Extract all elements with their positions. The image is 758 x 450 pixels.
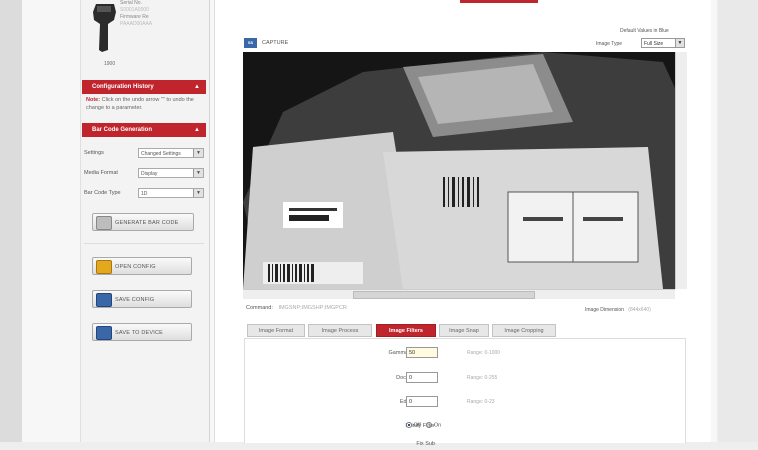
viewer-vertical-scrollbar[interactable]: [675, 52, 687, 289]
firmware-value: PAAAD00AAA: [120, 21, 153, 27]
save-to-device-button[interactable]: Save to Device: [92, 323, 192, 341]
edge-range: Range: 0-23: [467, 399, 495, 405]
serial-label: Serial No.: [120, 0, 142, 6]
barcode-generation-header[interactable]: Bar Code Generation ▲: [82, 123, 206, 137]
infinity-on-label: On: [433, 422, 442, 429]
note-prefix: Note:: [86, 97, 101, 103]
document-filter-input[interactable]: [406, 372, 438, 383]
settings-label: Settings: [84, 150, 104, 156]
tab-image-process[interactable]: Image Process: [308, 324, 372, 337]
infinity-filter-options: Off On: [406, 422, 441, 428]
serial-value: S0001A0000: [120, 7, 149, 13]
gamma-range: Range: 0-1000: [467, 350, 501, 356]
device-save-icon: [96, 326, 112, 340]
tab-image-snap[interactable]: Image Snap: [439, 324, 489, 337]
settings-select[interactable]: Changed Settings ▼: [138, 148, 204, 158]
tab-image-format[interactable]: Image Format: [247, 324, 305, 337]
generate-barcode-label: Generate Bar Code: [115, 220, 179, 226]
barcode-icon: [96, 216, 112, 230]
image-type-value: Full Size: [644, 41, 664, 47]
open-config-button[interactable]: Open Config: [92, 257, 192, 275]
image-dimension-status: Image Dimension (844x640): [585, 307, 651, 313]
next-filter-row: Fix Sub: [300, 438, 540, 450]
image-dimension-value: (844x640): [628, 307, 651, 313]
save-to-device-label: Save to Device: [115, 330, 164, 336]
chevron-down-icon: ▼: [193, 169, 203, 177]
settings-row: Settings Changed Settings ▼: [84, 148, 206, 160]
document-filter-row: Document Filter Range: 0-255: [300, 372, 540, 384]
window-right-border: [718, 0, 758, 442]
save-config-button[interactable]: Save Config: [92, 290, 192, 308]
barcode-generation-title: Bar Code Generation: [92, 127, 153, 133]
barcode-type-label: Bar Code Type: [84, 190, 121, 196]
chevron-down-icon: ▼: [193, 149, 203, 157]
image-type-select[interactable]: Full Size ▼: [641, 38, 685, 48]
image-type-label: Image Type: [596, 41, 623, 47]
infinity-filter-row: Infinity Filter Off On: [300, 420, 540, 432]
infinity-off-radio[interactable]: [406, 422, 412, 428]
document-range: Range: 0-255: [467, 375, 498, 381]
collapse-icon: ▲: [194, 127, 200, 133]
media-format-select[interactable]: Display ▼: [138, 168, 204, 178]
active-nav-indicator: [460, 0, 538, 3]
tab-image-cropping[interactable]: Image Cropping: [492, 324, 556, 337]
command-value: IMGSNP;IMGSHP;IMGPCR: [278, 305, 347, 311]
gamma-correction-row: Gamma Correction Range: 0-1000: [300, 347, 540, 359]
command-status: Command: IMGSNP;IMGSHP;IMGPCR: [246, 305, 347, 311]
open-config-label: Open Config: [115, 264, 156, 270]
note-text: Click on the undo arrow "" to undo the c…: [86, 97, 194, 111]
capture-label[interactable]: CAPTURE: [262, 40, 288, 46]
edge-sharpen-row: Edge Sharpen Range: 0-23: [300, 396, 540, 408]
barcode-type-select[interactable]: 1D ▼: [138, 188, 204, 198]
camera-icon[interactable]: SS: [244, 38, 257, 48]
image-dimension-label: Image Dimension: [585, 307, 624, 313]
chevron-down-icon: ▼: [675, 39, 684, 47]
infinity-off-label: Off: [413, 422, 421, 429]
window-left-border: [0, 0, 22, 442]
generate-barcode-button[interactable]: Generate Bar Code: [92, 213, 194, 231]
media-format-label: Media Format: [84, 170, 118, 176]
config-history-title: Configuration History: [92, 84, 154, 90]
gamma-correction-input[interactable]: [406, 347, 438, 358]
captured-image-viewer[interactable]: [243, 52, 686, 289]
barcode-type-row: Bar Code Type 1D ▼: [84, 188, 206, 200]
config-history-header[interactable]: Configuration History ▲: [82, 80, 206, 94]
infinity-on-radio[interactable]: [426, 422, 433, 428]
chevron-down-icon: ▼: [193, 189, 203, 197]
command-label: Command: [246, 305, 272, 311]
folder-icon: [96, 260, 112, 274]
settings-value: Changed Settings: [141, 151, 181, 157]
firmware-label: Firmware Re: [120, 14, 149, 20]
media-format-value: Display: [141, 171, 158, 177]
save-icon: [96, 293, 112, 307]
defaults-note: Default Values in Blue: [620, 28, 669, 34]
scrollbar-thumb[interactable]: [353, 291, 535, 299]
viewer-horizontal-scrollbar[interactable]: [243, 289, 675, 299]
save-config-label: Save Config: [115, 297, 155, 303]
captured-image: [243, 52, 686, 289]
device-info: Serial No. S0001A0000 Firmware Re PAAAD0…: [120, 0, 152, 28]
sidebar-divider: [84, 243, 204, 244]
collapse-icon: ▲: [194, 84, 200, 90]
barcode-type-value: 1D: [141, 191, 148, 197]
media-format-row: Media Format Display ▼: [84, 168, 206, 180]
edge-sharpen-input[interactable]: [406, 396, 438, 407]
config-history-note: Note: Click on the undo arrow "" to undo…: [86, 96, 204, 112]
tab-image-filters[interactable]: Image Filters: [376, 324, 436, 337]
device-model: 1900: [104, 61, 116, 67]
